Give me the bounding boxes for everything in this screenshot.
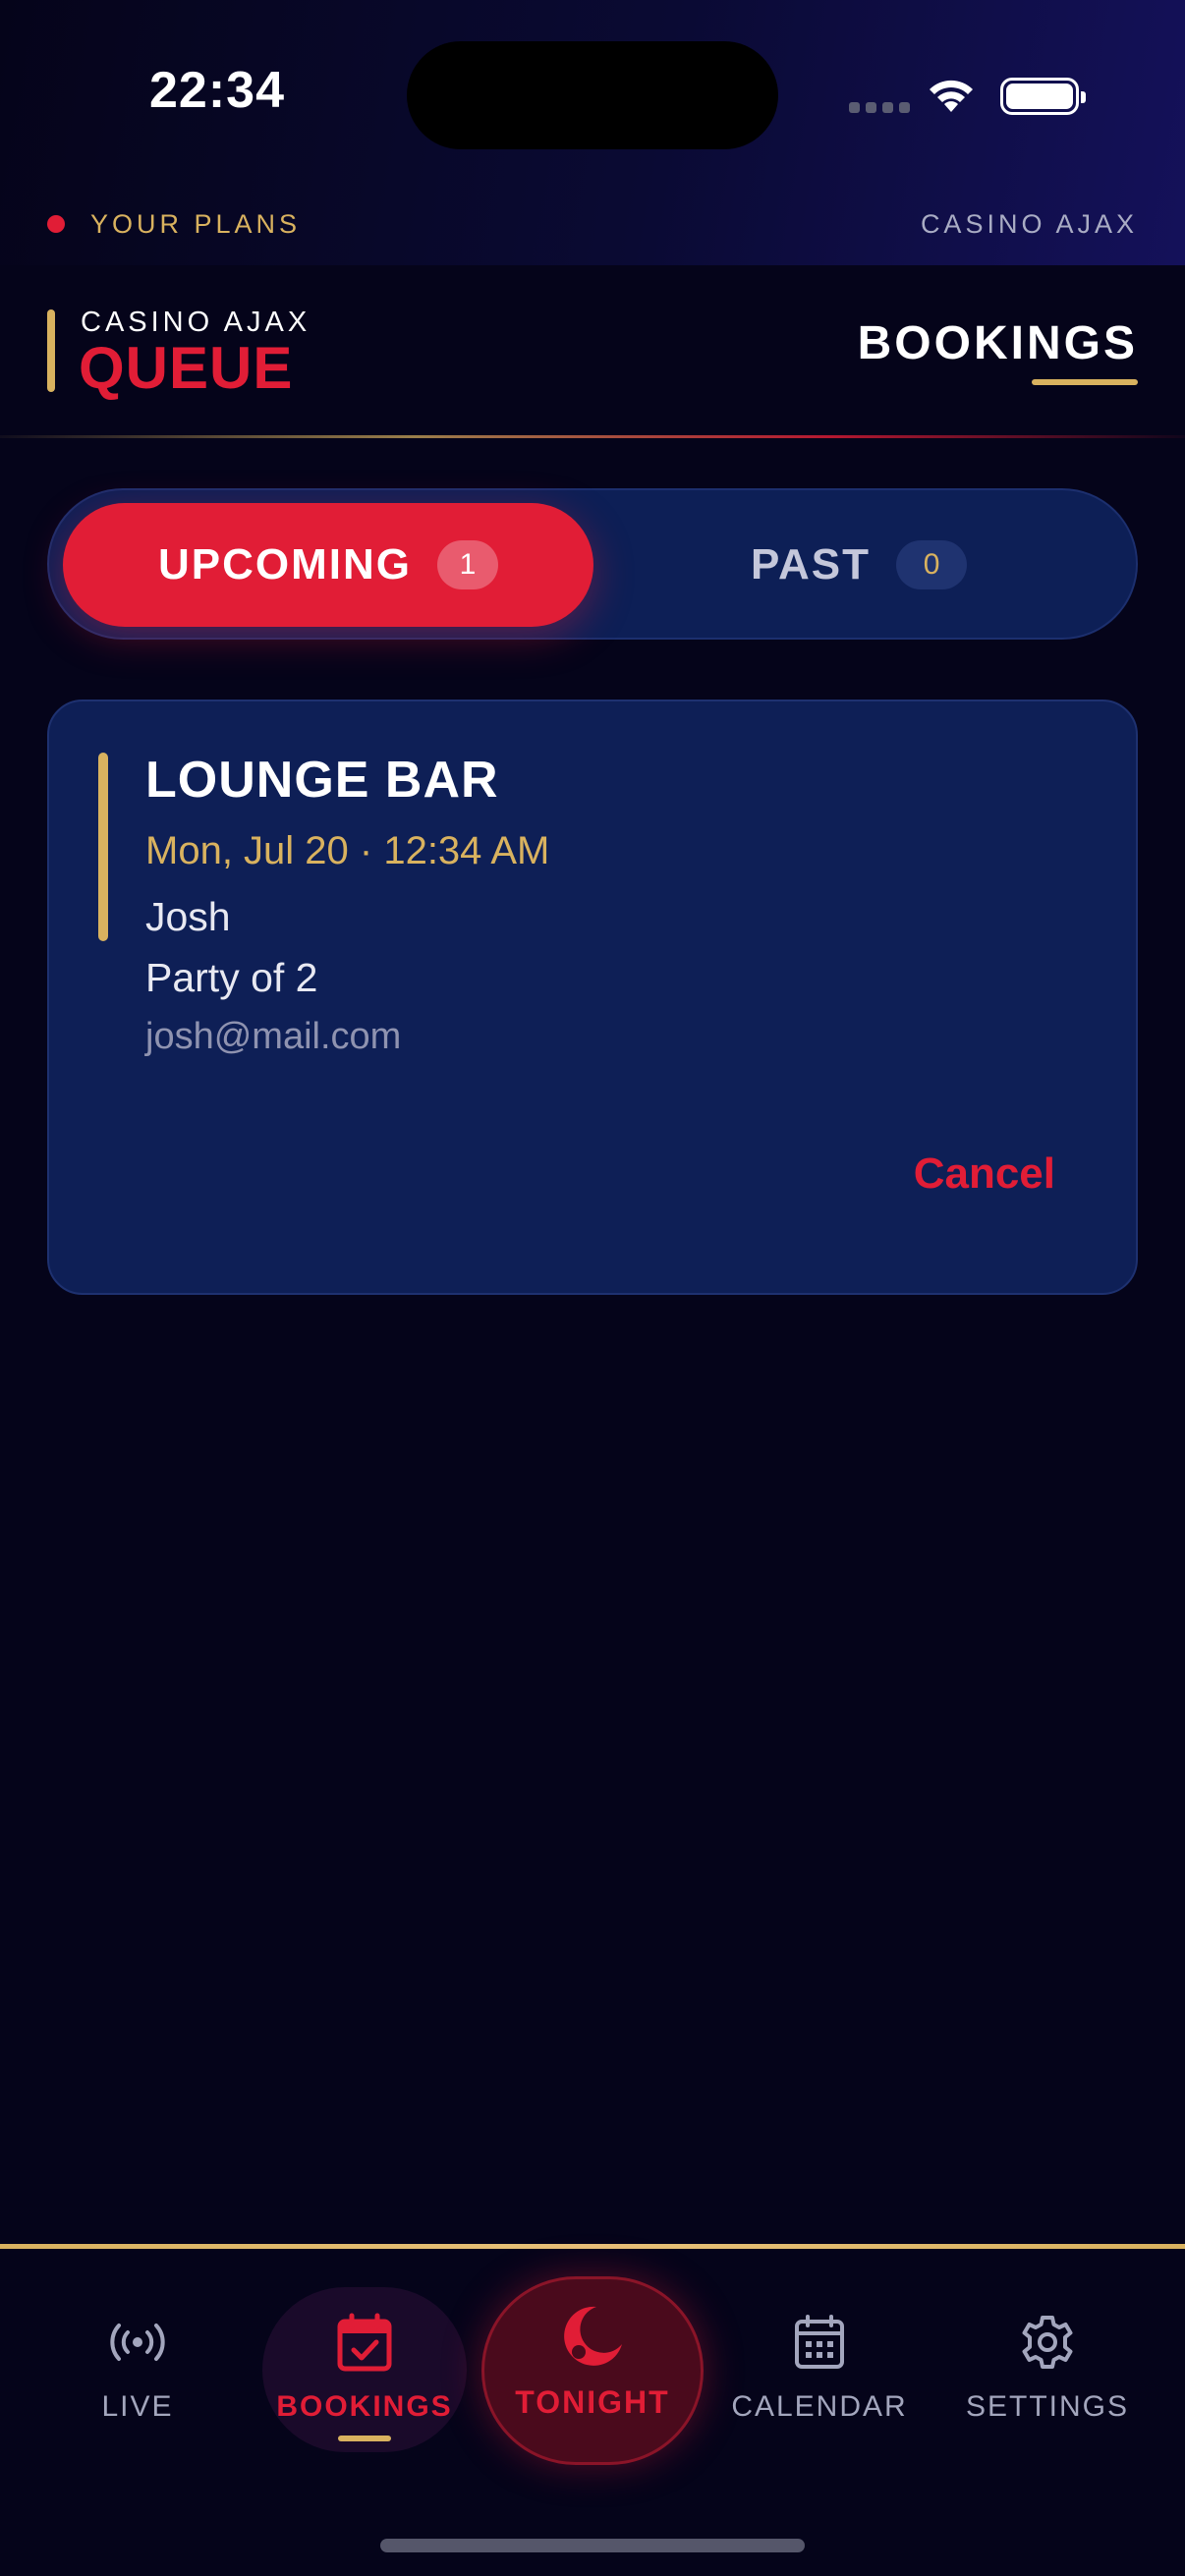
- tab-past[interactable]: PAST 0: [593, 503, 1124, 627]
- venue-label: CASINO AJAX: [920, 209, 1138, 239]
- dynamic-island: [407, 41, 778, 149]
- tab-upcoming-count: 1: [437, 540, 498, 589]
- nav-label-calendar: CALENDAR: [731, 2390, 908, 2423]
- nav-active-indicator: [338, 2436, 391, 2441]
- tab-upcoming[interactable]: UPCOMING 1: [63, 503, 593, 627]
- battery-icon: [1000, 78, 1086, 115]
- nav-item-calendar[interactable]: CALENDAR: [711, 2249, 928, 2445]
- card-accent-bar: [98, 753, 108, 941]
- booking-email: josh@mail.com: [145, 1016, 402, 1057]
- tab-upcoming-label: UPCOMING: [158, 540, 412, 588]
- page-title: BOOKINGS: [857, 317, 1138, 369]
- nav-item-live[interactable]: LIVE: [29, 2249, 246, 2445]
- nav-item-settings[interactable]: SETTINGS: [939, 2249, 1156, 2445]
- booking-party-size: Party of 2: [145, 955, 318, 1000]
- booking-venue: LOUNGE BAR: [145, 752, 499, 809]
- brand-accent-bar: [47, 309, 55, 392]
- home-indicator[interactable]: [380, 2539, 805, 2552]
- title-underline: [1032, 379, 1138, 385]
- tab-past-count: 0: [896, 540, 968, 589]
- nav-label-tonight: TONIGHT: [515, 2384, 670, 2420]
- wifi-icon: [926, 75, 977, 119]
- nav-label-live: LIVE: [101, 2390, 174, 2423]
- nav-label-bookings: BOOKINGS: [276, 2390, 453, 2423]
- nav-item-tonight[interactable]: TONIGHT: [481, 2276, 704, 2465]
- header-divider: [0, 435, 1185, 438]
- booking-guest-name: Josh: [145, 894, 231, 939]
- live-dot: [47, 215, 65, 233]
- booking-card[interactable]: LOUNGE BAR Mon, Jul 20 · 12:34 AM Josh P…: [47, 700, 1138, 1295]
- booking-datetime: Mon, Jul 20 · 12:34 AM: [145, 829, 550, 872]
- moon-icon: [557, 2301, 628, 2377]
- calendar-icon: [793, 2314, 846, 2371]
- nav-item-bookings[interactable]: BOOKINGS: [256, 2249, 473, 2445]
- status-time: 22:34: [149, 62, 285, 119]
- section-label: YOUR PLANS: [90, 209, 302, 239]
- bookings-segmented-control: UPCOMING 1 PAST 0: [47, 488, 1138, 640]
- cancel-booking-button[interactable]: Cancel: [914, 1149, 1055, 1199]
- brand-logo-text: QUEUE: [79, 335, 294, 401]
- gear-icon: [1019, 2314, 1076, 2371]
- cellular-signal-icon: [849, 102, 910, 113]
- nav-label-settings: SETTINGS: [965, 2390, 1129, 2423]
- broadcast-icon: [108, 2314, 167, 2371]
- tab-past-label: PAST: [750, 540, 872, 588]
- calendar-check-icon: [336, 2313, 393, 2372]
- bottom-nav: LIVE BOOKINGS TONIGHT CALENDAR SETTINGS: [0, 2249, 1185, 2576]
